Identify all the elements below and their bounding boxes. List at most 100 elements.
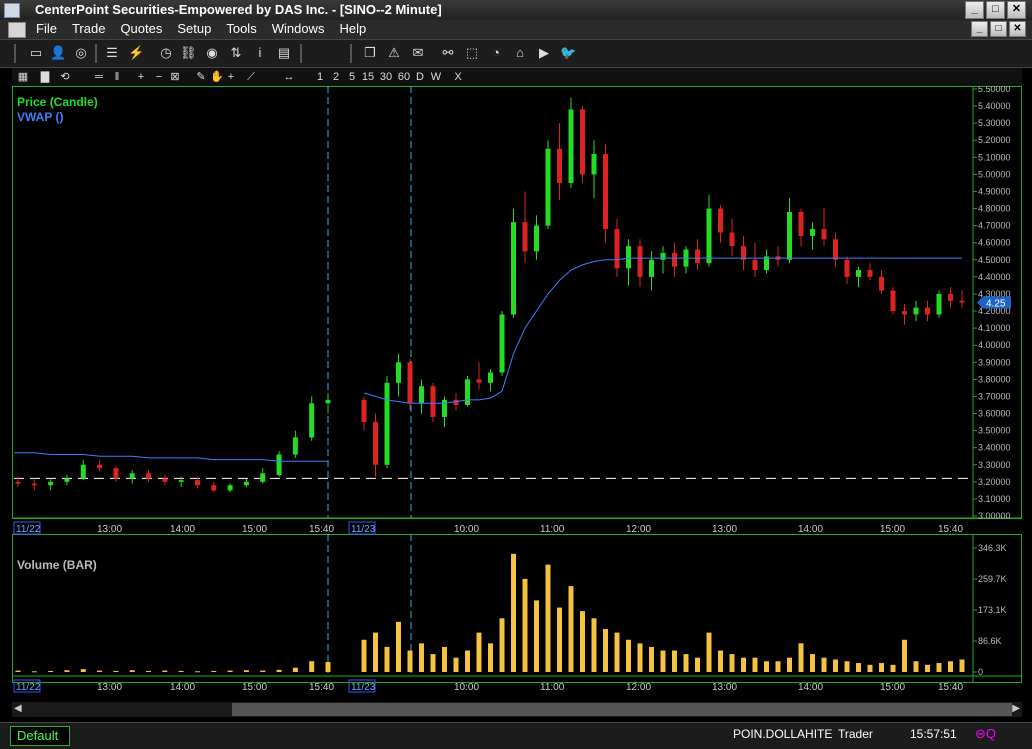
zoom-out-icon[interactable]: − xyxy=(152,69,166,85)
menu-quotes[interactable]: Quotes xyxy=(120,21,162,36)
candle-body xyxy=(211,485,217,491)
candle-body xyxy=(276,454,282,476)
lightning-icon[interactable]: ⚡ xyxy=(128,45,144,61)
price-tick-label: 5.00000 xyxy=(978,169,1011,179)
candle-body xyxy=(64,478,70,482)
info-icon[interactable]: i xyxy=(252,45,268,61)
volume-bar xyxy=(729,654,735,672)
alert-icon[interactable]: ⚠ xyxy=(386,45,402,61)
twitter-icon[interactable]: 🐦 xyxy=(560,45,576,61)
candle-body xyxy=(511,222,516,315)
menu-setup[interactable]: Setup xyxy=(177,21,211,36)
volume-bar xyxy=(810,654,815,672)
menu-trade[interactable]: Trade xyxy=(72,21,105,36)
candle-body xyxy=(373,422,378,465)
volume-bar xyxy=(194,671,200,673)
fit-icon[interactable]: ⊠ xyxy=(168,69,182,85)
connection-status-icon[interactable]: ⊖Q xyxy=(975,726,1005,744)
sort-icon[interactable]: ⇅ xyxy=(228,45,244,61)
scroll-thumb[interactable] xyxy=(232,703,1012,716)
price-tick-label: 5.10000 xyxy=(978,152,1011,162)
minimize-button[interactable]: _ xyxy=(965,1,984,19)
price-time-label: 10:00 xyxy=(454,524,479,535)
crosshair-icon[interactable]: + xyxy=(224,69,238,85)
timeframe-d[interactable]: D xyxy=(412,69,428,85)
person-icon[interactable]: 👤 xyxy=(50,45,66,61)
volume-bar xyxy=(129,670,135,672)
pan-icon[interactable]: ↔ xyxy=(282,69,296,85)
candle-body xyxy=(833,239,838,260)
volume-time-label: 15:00 xyxy=(880,682,905,693)
volume-tick-label: 0 xyxy=(978,667,983,677)
pencil-icon[interactable]: ✎ xyxy=(194,69,208,85)
trendline-icon[interactable]: ⟋ xyxy=(244,69,258,85)
volume-time-label: 13:00 xyxy=(712,682,737,693)
menu-windows[interactable]: Windows xyxy=(272,21,325,36)
scroll-left-icon[interactable]: ◀ xyxy=(14,703,22,714)
menu-tools[interactable]: Tools xyxy=(226,21,256,36)
chart-icon[interactable]: ▤ xyxy=(276,45,292,61)
scroll-right-icon[interactable]: ▶ xyxy=(1012,703,1020,714)
youtube-icon[interactable]: ▶ xyxy=(536,45,552,61)
volume-bar xyxy=(787,657,792,672)
zoom-in-icon[interactable]: + xyxy=(134,69,148,85)
bar-chart-icon[interactable]: ▇ xyxy=(38,69,52,85)
vertical-line-icon[interactable]: ‖ xyxy=(110,69,124,85)
child-close-button[interactable]: ✕ xyxy=(1009,21,1026,37)
select-icon[interactable]: ⬚ xyxy=(464,45,480,61)
volume-bar xyxy=(672,650,677,672)
candle-body xyxy=(810,229,815,236)
child-maximize-button[interactable]: □ xyxy=(990,21,1007,37)
child-minimize-button[interactable]: _ xyxy=(971,21,988,37)
tab-default[interactable]: Default xyxy=(10,726,70,746)
mail-icon[interactable]: ✉ xyxy=(410,45,426,61)
timeframe-1[interactable]: 1 xyxy=(312,69,328,85)
timeframe-w[interactable]: W xyxy=(428,69,444,85)
copy-icon[interactable]: ❐ xyxy=(362,45,378,61)
timeframe-2[interactable]: 2 xyxy=(328,69,344,85)
timeframe-5[interactable]: 5 xyxy=(344,69,360,85)
close-button[interactable]: ✕ xyxy=(1007,1,1026,19)
candle-body xyxy=(821,229,827,240)
horizontal-line-icon[interactable]: ═ xyxy=(92,69,106,85)
link-icon[interactable]: ⛓ xyxy=(180,45,197,61)
day-chart-icon[interactable]: ▦ xyxy=(16,69,30,85)
globe-icon[interactable]: ◎ xyxy=(73,45,89,61)
timeframe-60[interactable]: 60 xyxy=(396,69,412,85)
candle-body xyxy=(325,399,331,404)
volume-bar xyxy=(534,600,539,672)
volume-bar xyxy=(902,639,907,672)
chart-area[interactable]: 3.00000 3.10000 3.20000 3.30000 3.40000 3.500… xyxy=(12,84,1022,694)
volume-legend: Volume (BAR) xyxy=(17,558,97,572)
volume-time-label: 15:00 xyxy=(242,682,267,693)
price-tick-label: 4.10000 xyxy=(978,323,1011,333)
menu-file[interactable]: File xyxy=(36,21,57,36)
chart-svg[interactable]: 3.00000 3.10000 3.20000 3.30000 3.40000 3.500… xyxy=(12,84,1022,694)
candle-body xyxy=(752,259,758,271)
candle-body xyxy=(936,293,942,315)
window-icon[interactable]: ▭ xyxy=(28,45,44,61)
hand-icon[interactable]: ✋ xyxy=(210,69,224,85)
menu-help[interactable]: Help xyxy=(339,21,366,36)
timeframe-30[interactable]: 30 xyxy=(378,69,394,85)
timeframe-15[interactable]: 15 xyxy=(360,69,376,85)
volume-time-label: 10:00 xyxy=(454,682,479,693)
clock-icon[interactable]: ◷ xyxy=(158,45,174,61)
title-bar: CenterPoint Securities-Empowered by DAS … xyxy=(0,0,1032,20)
refresh-icon[interactable]: ⟲ xyxy=(58,69,72,85)
price-tick-label: 4.00000 xyxy=(978,340,1011,350)
candle-body xyxy=(660,252,666,260)
volume-bar xyxy=(48,670,54,672)
volume-bar xyxy=(879,663,884,672)
volume-bar xyxy=(499,618,505,672)
horizontal-scrollbar[interactable]: ◀ ▶ xyxy=(12,702,1022,717)
time-icon[interactable]: ◔ xyxy=(488,45,504,61)
timeframe-x[interactable]: X xyxy=(450,69,466,85)
home-icon[interactable]: ⌂ xyxy=(512,45,528,61)
document-icon[interactable] xyxy=(8,22,26,38)
candle-body xyxy=(31,483,37,486)
eye-icon[interactable]: ◉ xyxy=(204,45,220,61)
maximize-button[interactable]: □ xyxy=(986,1,1005,19)
list-icon[interactable]: ☰ xyxy=(104,45,120,61)
binoculars-icon[interactable]: ⚯ xyxy=(440,45,456,61)
